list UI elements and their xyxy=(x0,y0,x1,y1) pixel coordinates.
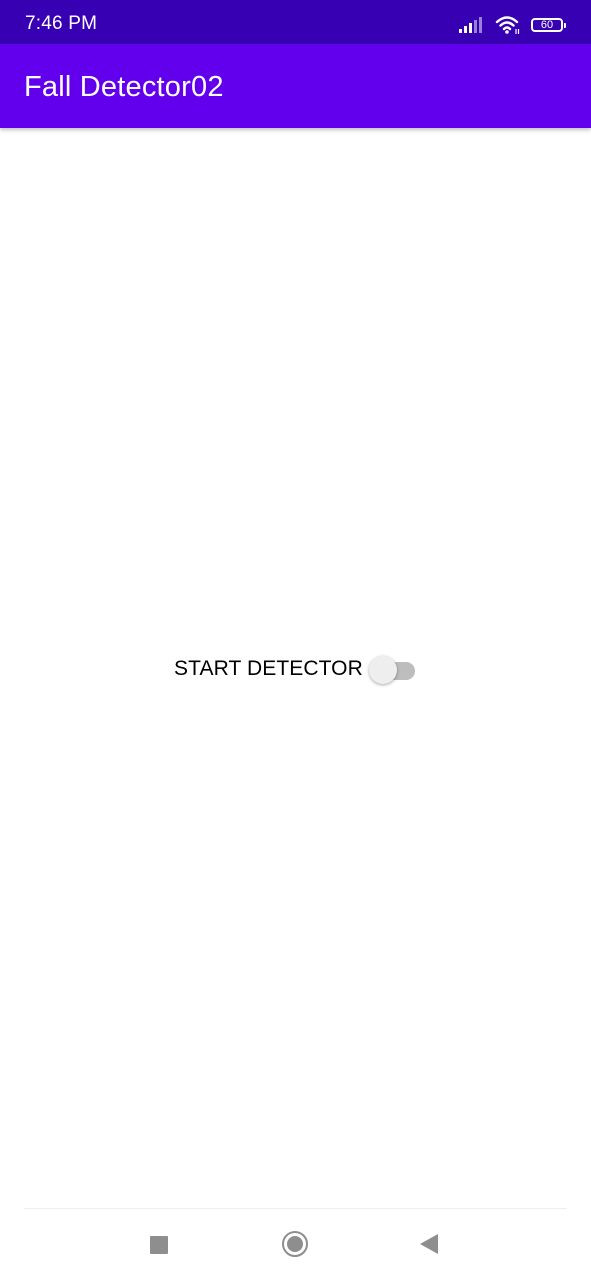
app-title: Fall Detector02 xyxy=(24,71,224,103)
home-icon[interactable] xyxy=(282,1231,308,1257)
start-detector-label[interactable]: START DETECTOR xyxy=(174,657,363,681)
status-time: 7:46 PM xyxy=(25,13,98,34)
navigation-bar xyxy=(0,1209,591,1280)
signal-icon xyxy=(459,17,485,33)
battery-icon: 60 xyxy=(531,18,566,32)
battery-level: 60 xyxy=(540,18,554,31)
start-detector-switch[interactable] xyxy=(368,654,417,684)
start-detector-switch-row[interactable]: START DETECTOR xyxy=(174,654,417,684)
switch-thumb[interactable] xyxy=(368,656,397,684)
wifi-icon xyxy=(495,15,521,35)
status-icons: 60 xyxy=(459,14,566,36)
recents-icon[interactable] xyxy=(150,1236,168,1254)
back-icon[interactable] xyxy=(420,1234,438,1254)
app-bar: Fall Detector02 xyxy=(0,44,591,128)
status-bar: 7:46 PM 60 xyxy=(0,0,591,44)
